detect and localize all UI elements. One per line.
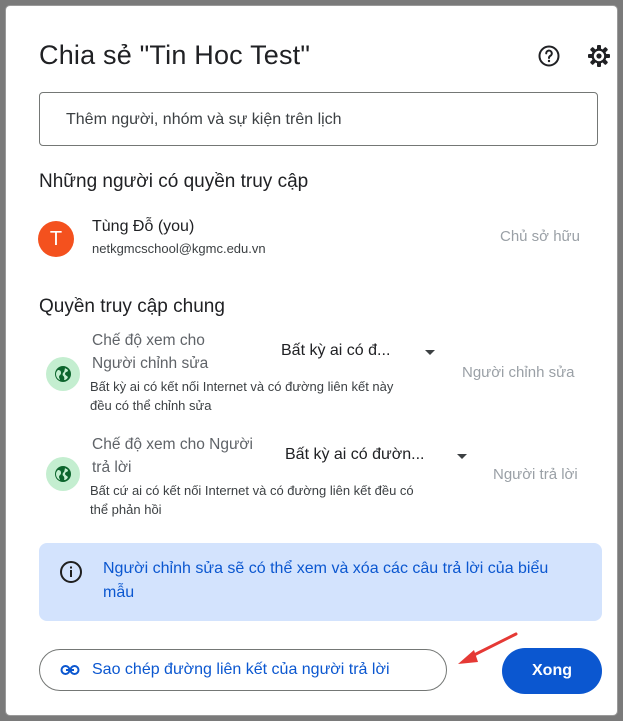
help-circle-icon[interactable] <box>536 43 562 69</box>
editor-role-label: Người chỉnh sửa <box>462 364 575 381</box>
info-text: Người chỉnh sửa sẽ có thể xem và xóa các… <box>103 560 549 601</box>
people-with-access-heading: Những người có quyền truy cập <box>39 171 309 192</box>
info-icon <box>60 561 82 583</box>
editor-view-label-line2: Người chỉnh sửa <box>92 355 209 372</box>
share-dialog: Chia sẻ "Tin Hoc Test" Những người có qu… <box>6 6 617 715</box>
editor-view-label-line1: Chế độ xem cho <box>92 332 205 349</box>
user-email: netkgmcschool@kgmc.edu.vn <box>92 241 266 256</box>
editor-access-description-line2: đều có thể chỉnh sửa <box>90 398 212 413</box>
general-access-heading: Quyền truy cập chung <box>39 296 225 317</box>
responder-access-dropdown[interactable]: Bất kỳ ai có đườn... <box>285 446 424 464</box>
link-icon <box>60 665 80 675</box>
annotation-arrow-icon <box>458 632 518 664</box>
owner-role-label: Chủ sở hữu <box>500 228 580 245</box>
add-people-input[interactable] <box>64 107 578 133</box>
responder-view-label-line1: Chế độ xem cho Người <box>92 436 253 453</box>
dialog-title: Chia sẻ "Tin Hoc Test" <box>39 40 311 70</box>
avatar: T <box>38 221 74 257</box>
editor-access-dropdown[interactable]: Bất kỳ ai có đ... <box>281 342 390 360</box>
responder-access-description-line2: thể phản hồi <box>90 502 162 517</box>
copy-responder-link-button[interactable]: Sao chép đường liên kết của người trả lờ… <box>39 649 447 691</box>
responder-view-label-line2: trả lời <box>92 459 132 476</box>
gear-icon[interactable] <box>586 43 612 69</box>
user-name: Tùng Đỗ (you) <box>92 218 195 235</box>
responder-role-label: Người trả lời <box>493 466 578 483</box>
chevron-down-icon[interactable] <box>425 350 435 355</box>
info-banner: Người chỉnh sửa sẽ có thể xem và xóa các… <box>39 543 602 621</box>
chevron-down-icon[interactable] <box>457 454 467 459</box>
responder-access-description-line1: Bất cứ ai có kết nối Internet và có đườn… <box>90 483 414 498</box>
add-people-field[interactable] <box>39 92 598 146</box>
globe-icon <box>46 457 80 491</box>
globe-icon <box>46 357 80 391</box>
copy-link-label: Sao chép đường liên kết của người trả lờ… <box>92 661 390 678</box>
editor-access-description-line1: Bất kỳ ai có kết nối Internet và có đườn… <box>90 379 394 394</box>
